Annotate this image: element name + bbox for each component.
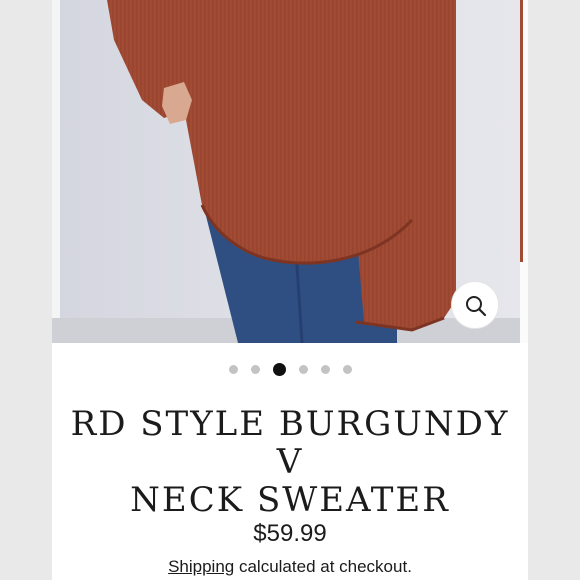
pagination-dot[interactable] bbox=[250, 364, 260, 374]
left-margin bbox=[0, 0, 52, 580]
pagination-dot[interactable] bbox=[320, 364, 330, 374]
pagination-dot-active[interactable] bbox=[272, 362, 286, 376]
pagination-dot[interactable] bbox=[298, 364, 308, 374]
shipping-policy-link[interactable]: Shipping bbox=[168, 557, 234, 576]
product-title-line2: NECK SWEATER bbox=[130, 480, 450, 520]
shipping-note: Shipping calculated at checkout. bbox=[52, 557, 528, 577]
zoom-button[interactable] bbox=[451, 281, 499, 329]
shipping-note-text: calculated at checkout. bbox=[234, 557, 412, 576]
product-title: RD STYLE BURGUNDY V NECK SWEATER bbox=[52, 405, 528, 519]
product-image-gallery[interactable] bbox=[52, 0, 528, 343]
product-price: $59.99 bbox=[253, 520, 327, 547]
magnifier-icon bbox=[466, 296, 487, 317]
next-image-sweater-edge bbox=[520, 0, 523, 262]
pagination-dot[interactable] bbox=[342, 364, 352, 374]
next-image-peek bbox=[520, 0, 528, 343]
right-margin bbox=[528, 0, 580, 580]
product-card: RD STYLE BURGUNDY V NECK SWEATER $59.99 … bbox=[52, 0, 528, 580]
gallery-pagination bbox=[52, 362, 528, 376]
product-title-line1: RD STYLE BURGUNDY V bbox=[70, 404, 510, 482]
pagination-dot[interactable] bbox=[228, 364, 238, 374]
